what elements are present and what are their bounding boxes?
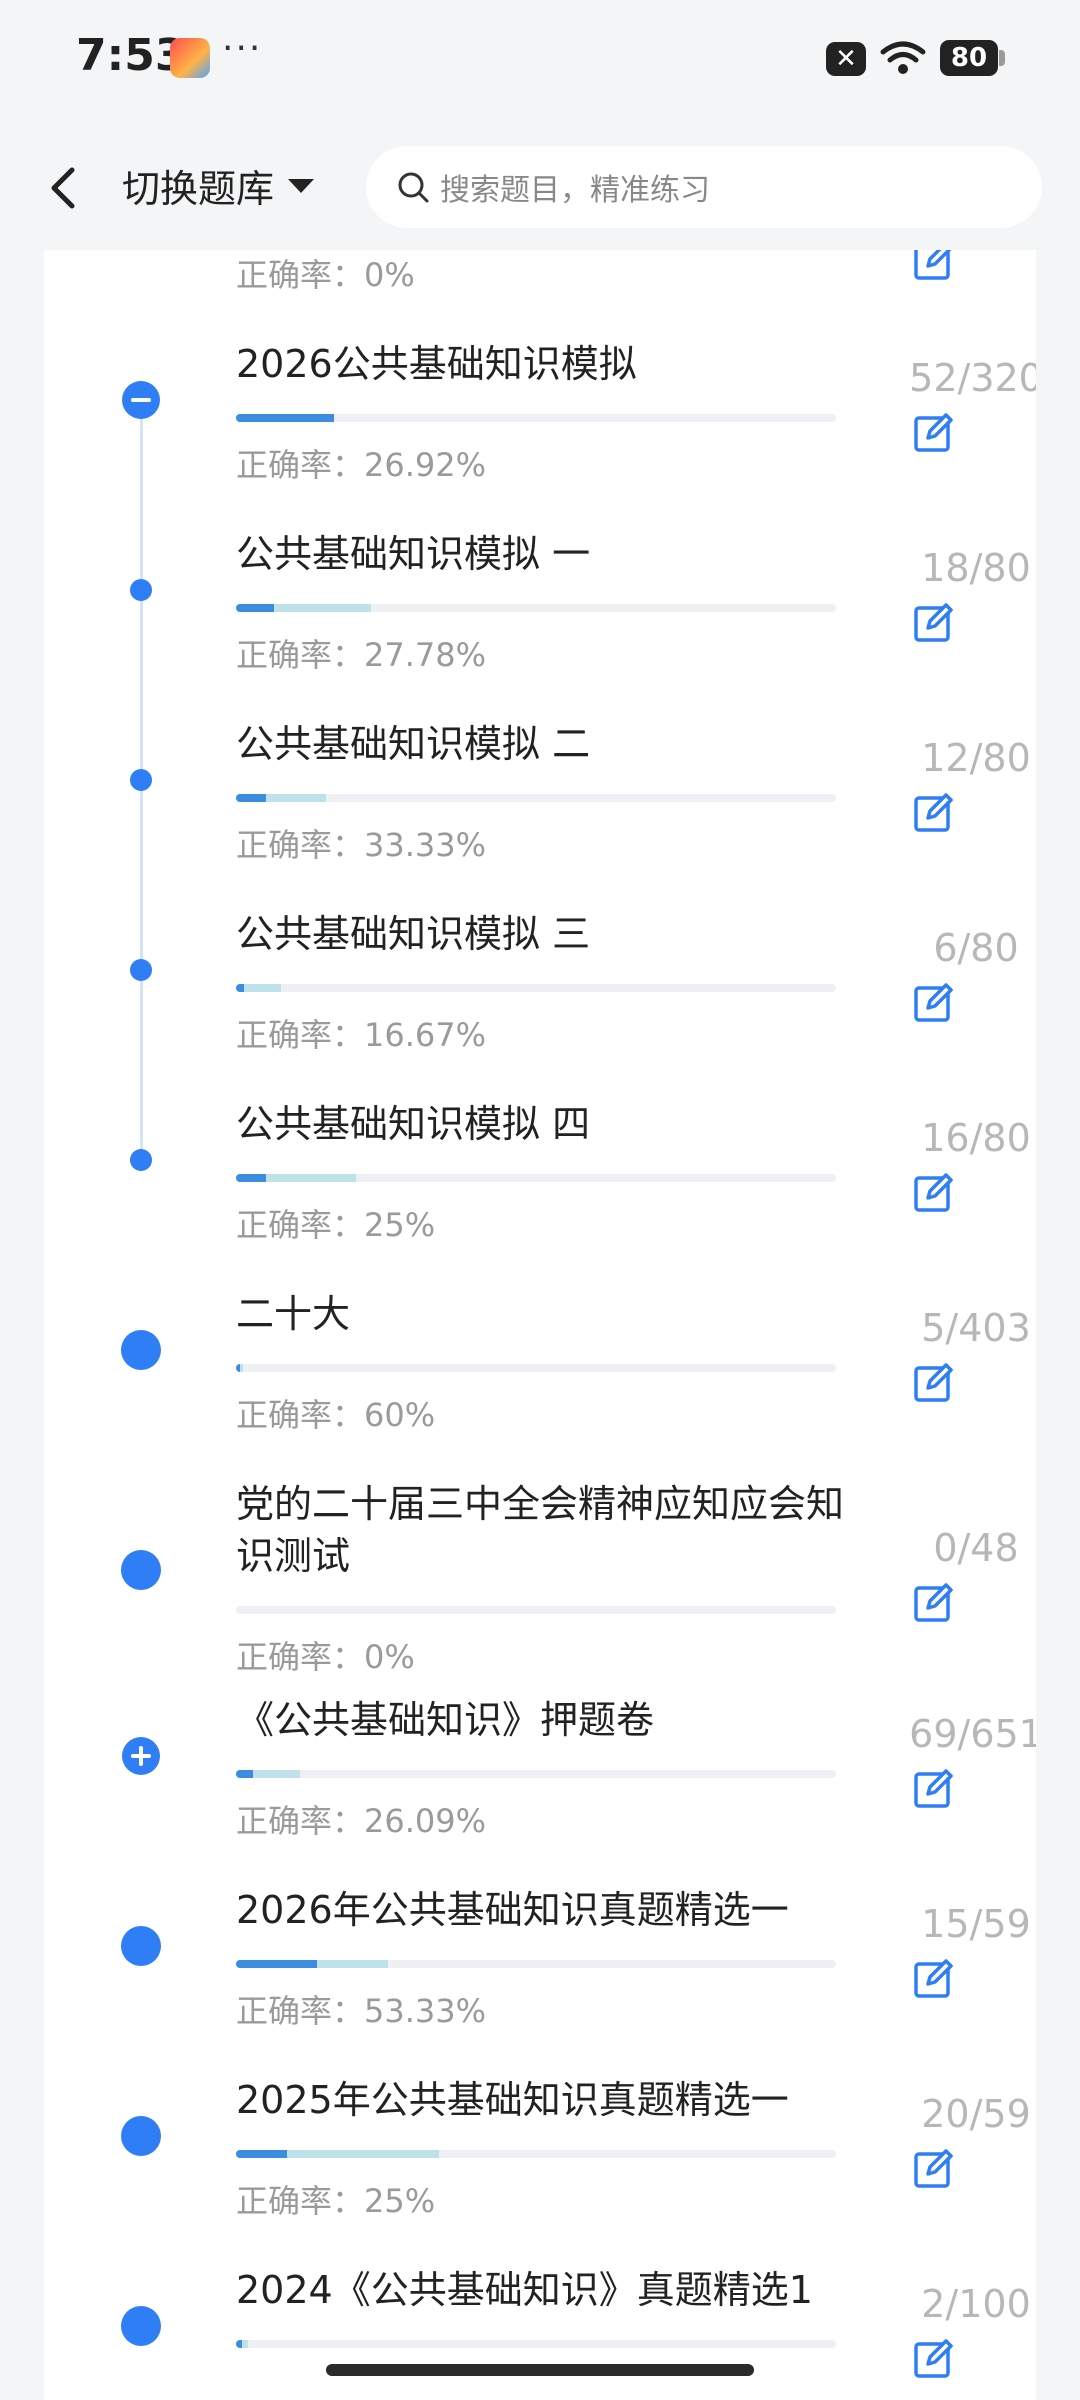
item-accuracy: 正确率：33.33% [236, 826, 487, 864]
edit-icon[interactable] [912, 1956, 956, 2000]
timeline-dot [130, 769, 152, 791]
item-title: 2026公共基础知识模拟 [236, 342, 637, 386]
progress-correct-fill [236, 1960, 318, 1968]
progress-correct-fill [236, 414, 334, 422]
item-count: 0/48 [933, 1526, 1019, 1570]
collapse-icon[interactable] [122, 381, 160, 419]
item-count: 2/100 [921, 2282, 1031, 2326]
item-title: 公共基础知识模拟 一 [236, 532, 591, 576]
progress-bar [236, 1174, 836, 1182]
no-sim-icon: ✕ [826, 42, 866, 76]
edit-icon[interactable] [912, 2146, 956, 2190]
progress-bar [236, 984, 836, 992]
item-count: 16/80 [921, 1116, 1031, 1160]
timeline-node [121, 2116, 161, 2156]
item-title: 2026年公共基础知识真题精选一 [236, 1888, 789, 1932]
progress-correct-fill [236, 604, 274, 612]
edit-icon[interactable] [912, 1170, 956, 1214]
progress-bar [236, 2340, 836, 2348]
timeline-node [121, 1926, 161, 1966]
progress-bar [236, 2150, 836, 2158]
progress-bar [236, 1606, 836, 1614]
edit-icon[interactable] [912, 1766, 956, 1810]
progress-bar [236, 1960, 836, 1968]
item-title: 公共基础知识模拟 三 [236, 912, 591, 956]
app-notification-icon [170, 38, 210, 78]
progress-correct-fill [236, 2340, 242, 2348]
item-accuracy: 正确率：26.09% [236, 1802, 487, 1840]
timeline-dot [130, 1149, 152, 1171]
progress-bar [236, 414, 836, 422]
edit-icon[interactable] [912, 600, 956, 644]
progress-correct-fill [236, 1770, 253, 1778]
item-count: 20/59 [921, 2092, 1031, 2136]
item-count: 69/651 [909, 1712, 1036, 1756]
status-bar: 7:53 ··· ✕ 80 [0, 0, 1080, 120]
edit-icon[interactable] [912, 250, 956, 282]
progress-bar [236, 1770, 836, 1778]
timeline-node [121, 1550, 161, 1590]
switch-label: 切换题库 [122, 167, 275, 211]
item-title: 《公共基础知识》押题卷 [236, 1698, 655, 1742]
item-accuracy: 正确率：27.78% [236, 636, 487, 674]
progress-correct-fill [236, 1174, 266, 1182]
progress-bar [236, 1364, 836, 1372]
item-accuracy: 正确率：16.67% [236, 1016, 487, 1054]
item-accuracy: 正确率：25% [236, 1206, 436, 1244]
item-count: 5/403 [921, 1306, 1031, 1350]
progress-correct-fill [236, 794, 266, 802]
expand-icon[interactable] [122, 1737, 160, 1775]
item-accuracy: 正确率：25% [236, 2182, 436, 2220]
search-placeholder: 搜索题目，精准练习 [440, 173, 710, 208]
home-indicator[interactable] [326, 2364, 754, 2376]
timeline-dot [130, 579, 152, 601]
top-bar: 切换题库 搜索题目，精准练习 [0, 120, 1080, 250]
item-title: 党的二十届三中全会精神应知应会知识测试 [236, 1482, 845, 1578]
item-count: 12/80 [921, 736, 1031, 780]
item-count: 15/59 [921, 1902, 1031, 1946]
timeline-node [121, 2306, 161, 2346]
edit-icon[interactable] [912, 1360, 956, 1404]
progress-correct-fill [236, 2150, 287, 2158]
battery-icon: 80 [940, 40, 998, 76]
edit-icon[interactable] [912, 1580, 956, 1624]
progress-correct-fill [236, 984, 244, 992]
back-arrow-icon[interactable] [40, 158, 90, 218]
edit-icon[interactable] [912, 410, 956, 454]
switch-question-bank-button[interactable]: 切换题库 [122, 158, 315, 213]
item-title: 2024《公共基础知识》真题精选1 [236, 2268, 813, 2312]
partial-accuracy: 正确率：0% [236, 256, 415, 294]
item-accuracy: 正确率：26.92% [236, 446, 487, 484]
item-count: 52/320 [909, 356, 1036, 400]
item-accuracy: 正确率：60% [236, 1396, 436, 1434]
progress-bar [236, 794, 836, 802]
edit-icon[interactable] [912, 790, 956, 834]
edit-icon[interactable] [912, 2336, 956, 2380]
progress-correct-fill [236, 1364, 241, 1372]
item-accuracy: 正确率：53.33% [236, 1992, 487, 2030]
timeline-node [121, 1330, 161, 1370]
battery-tip [999, 50, 1005, 66]
item-accuracy: 正确率：0% [236, 1638, 415, 1676]
item-title: 公共基础知识模拟 四 [236, 1102, 591, 1146]
item-title: 公共基础知识模拟 二 [236, 722, 591, 766]
question-bank-list: 正确率：0% 2026公共基础知识模拟 正确率：26.92% 52/320 公共… [44, 250, 1036, 2400]
wifi-icon [880, 41, 926, 74]
item-title: 2025年公共基础知识真题精选一 [236, 2078, 789, 2122]
more-notifications-icon: ··· [222, 28, 263, 69]
search-bar[interactable]: 搜索题目，精准练习 [366, 146, 1042, 228]
search-icon [398, 172, 429, 203]
item-count: 18/80 [921, 546, 1031, 590]
item-count: 6/80 [933, 926, 1019, 970]
progress-bar [236, 604, 836, 612]
dropdown-caret-icon [288, 178, 315, 193]
edit-icon[interactable] [912, 980, 956, 1024]
timeline-dot [130, 959, 152, 981]
item-title: 二十大 [236, 1292, 351, 1336]
